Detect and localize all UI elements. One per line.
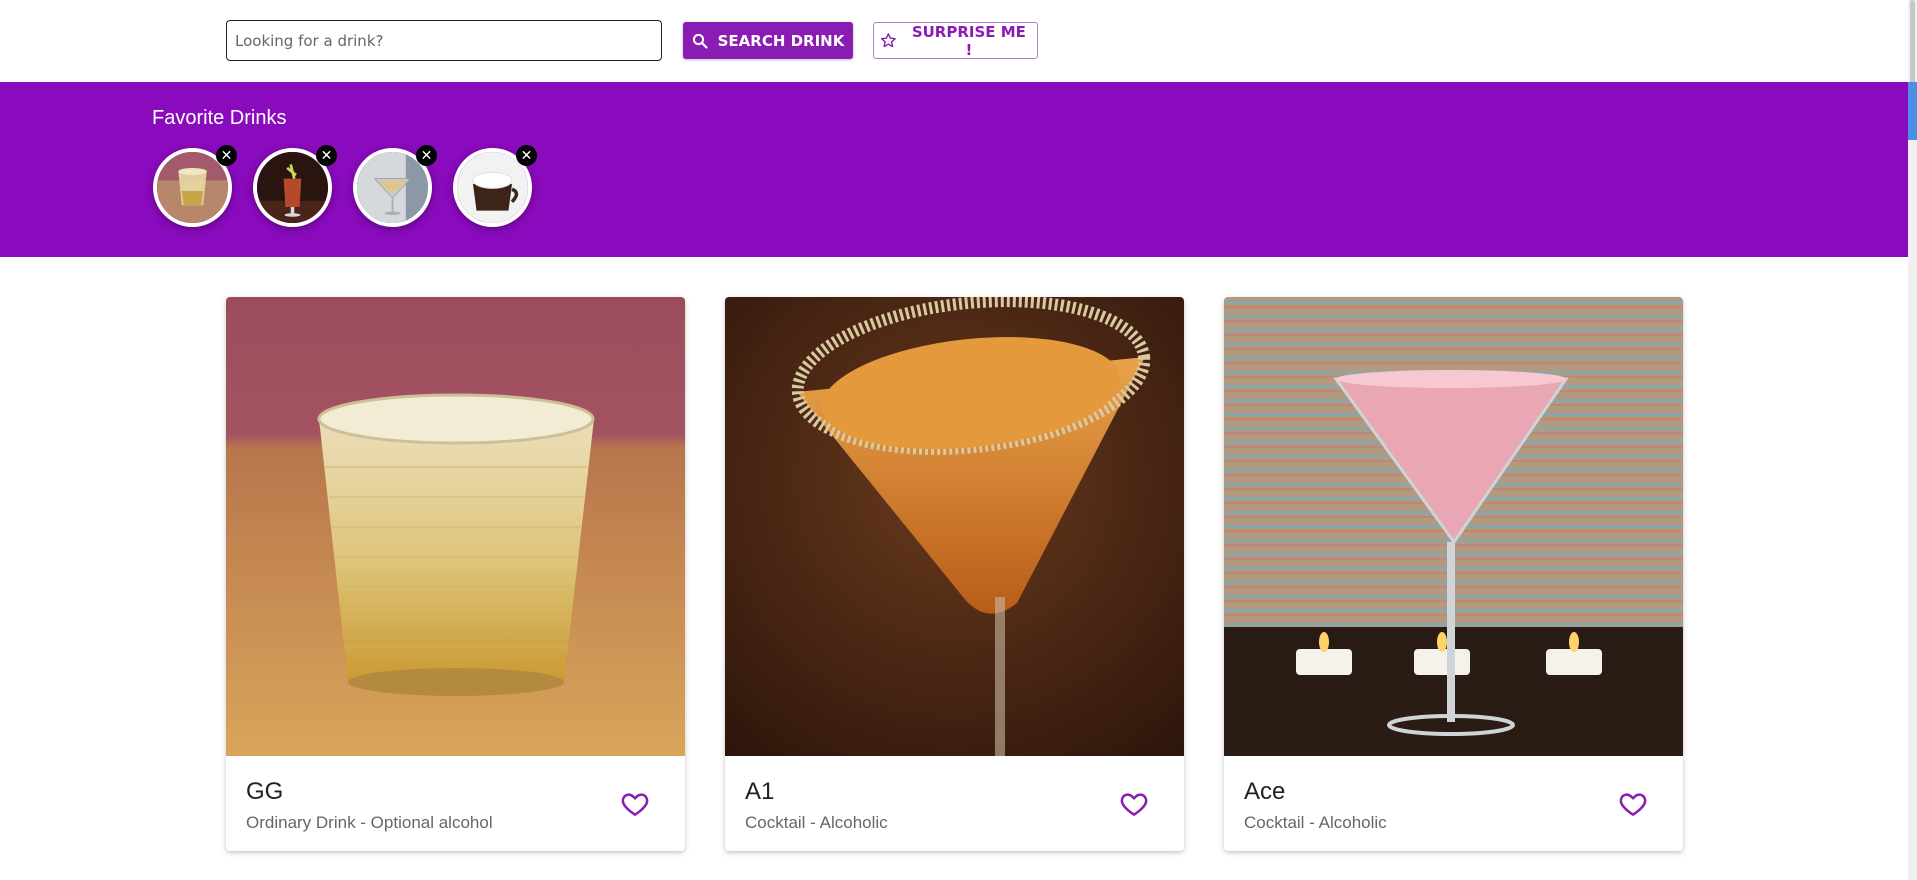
close-icon[interactable]: ✕ [216, 145, 237, 166]
heart-outline-icon[interactable] [620, 789, 650, 819]
favorite-item[interactable]: ✕ [353, 145, 437, 227]
drink-name: A1 [745, 778, 775, 805]
orange-martini-photo [725, 297, 1184, 756]
close-icon[interactable]: ✕ [416, 145, 437, 166]
favorite-item[interactable]: ✕ [253, 145, 337, 227]
close-icon[interactable]: ✕ [516, 145, 537, 166]
whiskey-rocks-thumb [157, 152, 228, 223]
favorites-list: ✕ ✕ ✕ ✕ [153, 145, 537, 227]
heart-outline-icon[interactable] [1618, 789, 1648, 819]
search-input[interactable] [226, 20, 662, 61]
hot-chocolate-thumb [457, 152, 528, 223]
drink-card[interactable]: Ace Cocktail - Alcoholic [1224, 297, 1683, 851]
drink-image[interactable] [725, 297, 1184, 756]
pink-martini-candles-photo [1224, 297, 1683, 756]
drink-name: Ace [1244, 778, 1286, 805]
drink-name: GG [246, 778, 284, 805]
iced-tea-garnish-thumb [257, 152, 328, 223]
search-drink-label: SEARCH DRINK [717, 31, 845, 50]
star-outline-icon [880, 33, 896, 48]
surprise-me-button[interactable]: SURPRISE ME ! [873, 22, 1038, 59]
close-icon[interactable]: ✕ [316, 145, 337, 166]
favorite-item[interactable]: ✕ [453, 145, 537, 227]
favorites-title: Favorite Drinks [152, 107, 287, 129]
drink-category: Cocktail - Alcoholic [745, 813, 888, 832]
drink-card[interactable]: GG Ordinary Drink - Optional alcohol [226, 297, 685, 851]
search-drink-button[interactable]: SEARCH DRINK [683, 22, 853, 59]
top-bar: SEARCH DRINK SURPRISE ME ! [0, 0, 1907, 82]
tumbler-on-ice-photo [226, 297, 685, 756]
martini-glass-thumb [357, 152, 428, 223]
drink-category: Ordinary Drink - Optional alcohol [246, 813, 493, 832]
drink-image[interactable] [1224, 297, 1683, 756]
search-icon [692, 33, 708, 49]
favorite-item[interactable]: ✕ [153, 145, 237, 227]
scrollbar-accent [1908, 82, 1917, 140]
drink-image[interactable] [226, 297, 685, 756]
drink-grid: GG Ordinary Drink - Optional alcohol A1 … [226, 297, 1683, 851]
drink-card[interactable]: A1 Cocktail - Alcoholic [725, 297, 1184, 851]
favorite-drinks-section: Favorite Drinks ✕ ✕ ✕ ✕ [0, 82, 1908, 257]
heart-outline-icon[interactable] [1119, 789, 1149, 819]
drink-category: Cocktail - Alcoholic [1244, 813, 1387, 832]
surprise-me-label: SURPRISE ME ! [911, 22, 1026, 59]
